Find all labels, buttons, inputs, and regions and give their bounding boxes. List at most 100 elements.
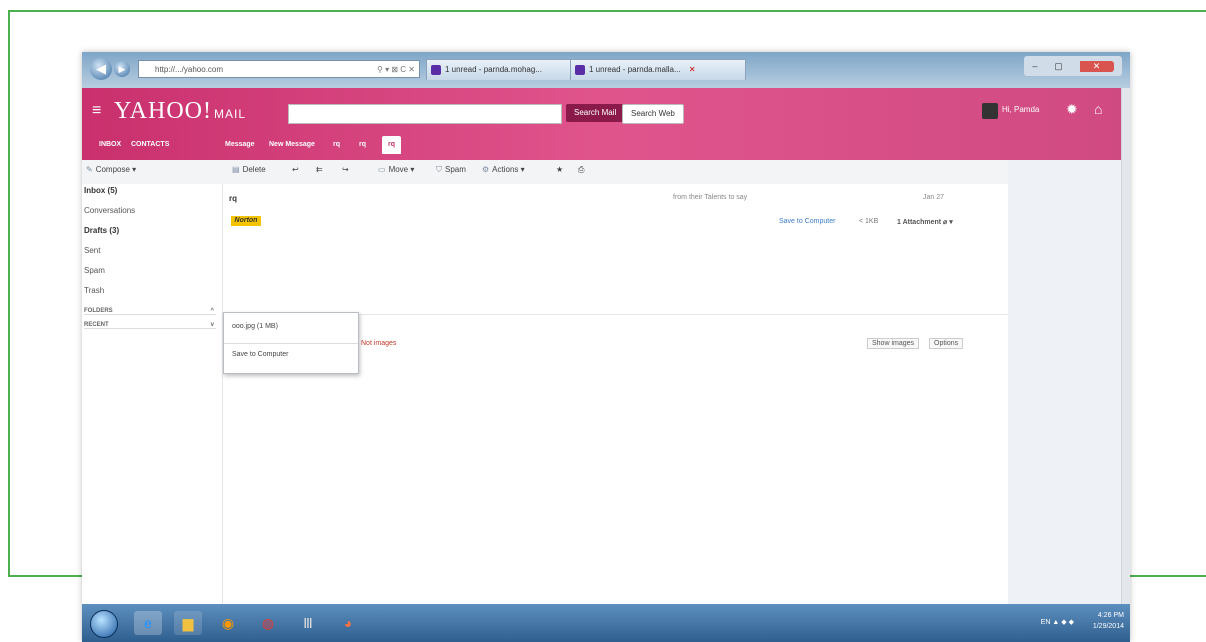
frame-bottom-right-line: [1130, 575, 1206, 577]
star-icon[interactable]: ★: [556, 165, 563, 174]
trash-icon: ▤: [232, 165, 240, 174]
ie-icon[interactable]: e: [134, 611, 162, 635]
tab-rq-2[interactable]: rq: [356, 138, 369, 152]
folder-icon[interactable]: ▆: [174, 611, 202, 635]
clock-date: 1/29/2014: [1092, 623, 1124, 630]
sidebar-item-conversations[interactable]: Conversations: [84, 206, 135, 215]
sidebar-item-spam[interactable]: Spam: [84, 266, 105, 275]
avatar[interactable]: [982, 103, 998, 119]
dropdown-item-file[interactable]: ooo.jpg (1 MB): [232, 323, 278, 330]
sidebar-item-sent[interactable]: Sent: [84, 246, 100, 255]
search-input[interactable]: [288, 104, 562, 124]
chevron-down-icon: v: [210, 322, 214, 328]
folder-icon: ▭: [378, 165, 386, 174]
yahoo-favicon-icon: [575, 65, 585, 75]
attachments-toggle[interactable]: 1 Attachment ⌀ ▾: [897, 218, 953, 226]
tab-contacts[interactable]: CONTACTS: [128, 138, 172, 152]
forward-mail-icon[interactable]: ↪: [342, 165, 349, 174]
sidebar-item-inbox[interactable]: Inbox (5): [84, 186, 117, 195]
logo-mail-text: MAIL: [214, 107, 247, 121]
reply-all-icon[interactable]: ⇇: [316, 165, 323, 174]
dropdown-divider: [224, 343, 358, 344]
delete-label: Delete: [242, 165, 266, 174]
delete-button[interactable]: ▤ Delete: [232, 165, 266, 174]
tab-new-message[interactable]: New Message: [266, 138, 318, 152]
tab-title: 1 unread - parnda.mohag...: [445, 65, 542, 74]
sidebar: Inbox (5) Conversations Drafts (3) Sent …: [82, 184, 222, 604]
actions-button[interactable]: ⚙ Actions ▾: [482, 165, 525, 174]
section-label: FOLDERS: [84, 308, 113, 314]
yahoo-logo[interactable]: YAHOO! MAIL: [114, 98, 246, 125]
sidebar-section-recent[interactable]: RECENT v: [84, 322, 216, 329]
search-mail-button[interactable]: Search Mail: [566, 104, 625, 122]
system-tray[interactable]: EN ▲ ◆ ◆: [1041, 618, 1074, 626]
move-button[interactable]: ▭ Move ▾: [378, 165, 414, 174]
browser-tab-2[interactable]: 1 unread - parnda.malla... ✕: [570, 59, 746, 80]
back-icon[interactable]: ◀: [90, 58, 112, 80]
attachment-size: < 1KB: [859, 218, 879, 225]
dropdown-item-save[interactable]: Save to Computer: [232, 351, 288, 358]
compose-icon: ✎: [86, 165, 93, 174]
frame-bottom-left-line: [8, 575, 82, 577]
sidebar-item-drafts[interactable]: Drafts (3): [84, 226, 119, 235]
toolbar: ✎ Compose ▾ ▤ Delete ↩ ⇇ ↪ ▭ Move ▾ ⛉ Spam ⚙…: [82, 160, 1008, 185]
tab-title: 1 unread - parnda.malla...: [589, 65, 681, 74]
paperclip-icon: ⌀: [943, 219, 948, 226]
home-icon[interactable]: ⌂: [1094, 101, 1102, 117]
tab-close-icon[interactable]: ✕: [689, 65, 696, 74]
reply-icon[interactable]: ↩: [292, 165, 299, 174]
screenshot: ◀ ▶ http://.../yahoo.com ⚲ ▾ ⊠ C ✕ 1 unr…: [82, 52, 1130, 642]
message-pane: rq from their Talents to say Jan 27 Nort…: [222, 184, 1009, 604]
print-icon[interactable]: ⎙: [578, 165, 584, 175]
compose-button[interactable]: ✎ Compose ▾: [86, 165, 136, 174]
shield-icon: ⛉: [436, 165, 442, 174]
sidebar-section-folders[interactable]: FOLDERS ^: [84, 308, 216, 315]
message-from-note: from their Talents to say: [673, 194, 748, 201]
library-icon[interactable]: Ⅲ: [294, 611, 322, 635]
start-button[interactable]: [90, 610, 118, 638]
menu-icon[interactable]: ≡: [92, 102, 101, 120]
browser-tab-1[interactable]: 1 unread - parnda.mohag...: [426, 59, 592, 80]
message-subject: rq: [229, 194, 237, 203]
search-web-button[interactable]: Search Web: [622, 104, 684, 124]
chrome-icon[interactable]: ◍: [254, 611, 282, 635]
minimize-button[interactable]: –: [1032, 61, 1037, 71]
frame-left-line: [8, 10, 10, 576]
address-controls[interactable]: ⚲ ▾ ⊠ C ✕: [377, 61, 415, 77]
taskbar: e ▆ ◉ ◍ Ⅲ ◕ EN ▲ ◆ ◆ 4:26 PM 1/29/2014: [82, 604, 1130, 642]
move-label: Move: [388, 165, 409, 174]
actions-icon: ⚙: [482, 165, 490, 174]
sidebar-item-trash[interactable]: Trash: [84, 286, 104, 295]
forward-icon[interactable]: ▶: [114, 61, 130, 77]
yahoo-header: ≡ YAHOO! MAIL Search Mail Search Web Hi, …: [82, 88, 1130, 160]
save-to-computer-link[interactable]: Save to Computer: [779, 218, 835, 225]
logo-text: YAHOO!: [114, 98, 212, 124]
options-button[interactable]: Options: [929, 338, 964, 349]
clock[interactable]: 4:26 PM 1/29/2014: [1093, 610, 1124, 632]
attachment-dropdown: ooo.jpg (1 MB) Save to Computer: [223, 312, 359, 374]
username[interactable]: Hi, Pamda: [1002, 105, 1039, 114]
window-controls: – ▢ ✕: [1024, 56, 1122, 76]
compose-label: Compose: [95, 165, 130, 174]
show-images-button[interactable]: Show images: [867, 338, 920, 349]
firefox-icon[interactable]: ◕: [334, 611, 362, 635]
spam-button[interactable]: ⛉ Spam: [436, 165, 466, 175]
address-bar[interactable]: http://.../yahoo.com ⚲ ▾ ⊠ C ✕: [138, 60, 420, 78]
maximize-button[interactable]: ▢: [1054, 61, 1063, 72]
message-date: Jan 27: [923, 194, 945, 201]
chevron-up-icon: ^: [210, 308, 214, 314]
scrollbar[interactable]: [1121, 88, 1130, 604]
media-icon[interactable]: ◉: [214, 611, 242, 635]
gear-icon[interactable]: ✹: [1066, 101, 1078, 118]
address-text: http://.../yahoo.com: [155, 65, 224, 74]
blocked-images-notice: Not images: [361, 340, 397, 347]
close-button[interactable]: ✕: [1079, 60, 1114, 72]
yahoo-favicon-icon: [431, 65, 441, 75]
tab-rq-active[interactable]: rq: [382, 136, 401, 154]
tab-inbox[interactable]: INBOX: [96, 138, 124, 152]
section-label: RECENT: [84, 322, 109, 328]
spam-label: Spam: [445, 165, 466, 174]
tab-rq-1[interactable]: rq: [330, 138, 343, 152]
attachments-label: 1 Attachment: [897, 219, 942, 226]
tab-message[interactable]: Message: [222, 138, 258, 152]
